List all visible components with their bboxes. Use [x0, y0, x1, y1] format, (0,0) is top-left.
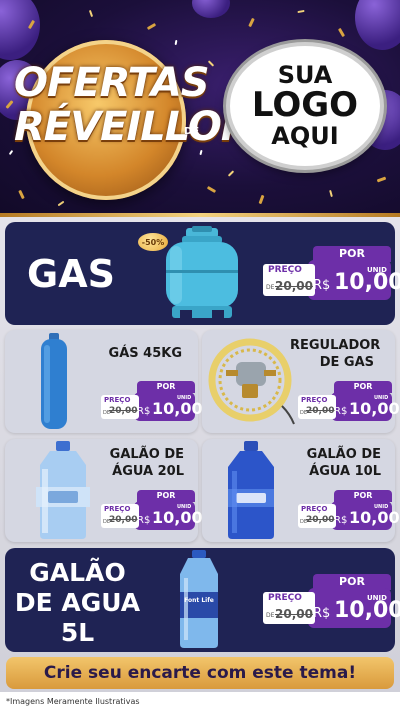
preco-label: PREÇO	[268, 593, 302, 603]
currency: R$	[334, 515, 348, 526]
price-value: 10,00	[349, 399, 400, 418]
badge-title-line1: OFERTAS	[14, 60, 210, 106]
confetti	[297, 9, 305, 14]
balloon-decoration	[192, 0, 230, 18]
confetti	[206, 185, 217, 194]
unit-label: UNID	[367, 594, 387, 602]
currency: R$	[137, 515, 151, 526]
preco-label: PREÇO	[301, 396, 328, 404]
confetti	[146, 22, 157, 31]
product-name-line2: DE GAS	[319, 355, 374, 370]
currency: R$	[137, 406, 151, 417]
create-flyer-cta[interactable]: Crie seu encarte com este tema!	[6, 657, 394, 689]
currency: R$	[313, 606, 331, 621]
unit-label: UNID	[374, 395, 389, 401]
gas-45kg-cylinder-image	[41, 333, 67, 429]
water-jug-10l-image	[228, 441, 274, 539]
product-name-line2: ÁGUA 20L	[112, 464, 184, 479]
logo-placeholder: SUA LOGO AQUI	[226, 42, 384, 170]
de-label: DE	[266, 612, 275, 619]
product-name: GAS	[27, 252, 115, 296]
confetti	[258, 194, 265, 205]
gas-regulator-image	[208, 338, 295, 425]
gas-cylinder-image	[166, 226, 238, 318]
old-price: 20,00	[275, 607, 313, 621]
product-name-line1: GALÃO DE	[306, 447, 381, 462]
price-tag: POR PREÇO DE 20,00 R$ 10,00 UNID	[263, 246, 400, 300]
badge-de: DE	[184, 126, 200, 137]
price-value: 10,00	[152, 508, 203, 527]
unit-label: UNID	[374, 504, 389, 510]
product-name-line3: 5L	[60, 618, 95, 647]
confetti	[376, 176, 387, 183]
product-name: GÁS 45KG	[108, 346, 182, 361]
old-price: 20,00	[306, 515, 335, 525]
product-name-line1: GALÃO	[29, 558, 126, 587]
discount-badge: -50%	[138, 233, 168, 251]
confetti	[88, 9, 94, 18]
product-name-line2: DE AGUA	[14, 588, 141, 617]
confetti	[8, 149, 14, 156]
logo-line2: LOGO	[251, 85, 359, 126]
price-value: 10,00	[349, 508, 400, 527]
disclaimer-footer: *Imagens Meramente Ilustrativas	[0, 692, 400, 711]
product-name-line1: REGULADOR	[290, 338, 381, 353]
product-name-line1: GALÃO DE	[109, 447, 184, 462]
confetti	[57, 200, 65, 207]
unit-label: UNID	[177, 395, 192, 401]
water-jug-20l-image	[36, 441, 90, 539]
old-price: 20,00	[109, 406, 138, 416]
preco-label: PREÇO	[104, 505, 131, 513]
price-value: 10,00	[152, 399, 203, 418]
price-tag: POR PREÇO DE 20,00 R$ 10,00 UNID	[298, 381, 400, 421]
price-tag: POR PREÇO DE 20,00 R$ 10,00 UNID	[298, 490, 400, 530]
product-name-line2: ÁGUA 10L	[309, 464, 381, 479]
price-tag: POR PREÇO DE 20,00 R$ 10,00 UNID	[101, 381, 203, 421]
balloon-decoration	[355, 0, 400, 50]
currency: R$	[334, 406, 348, 417]
preco-label: PREÇO	[104, 396, 131, 404]
confetti	[248, 17, 255, 28]
currency: R$	[313, 278, 331, 293]
old-price: 20,00	[275, 279, 313, 293]
confetti	[337, 27, 346, 38]
preco-label: PREÇO	[268, 265, 302, 275]
old-price: 20,00	[109, 515, 138, 525]
badge-title-line2: RÉVEILLON	[14, 104, 254, 150]
de-label: DE	[266, 284, 275, 291]
old-price: 20,00	[306, 406, 335, 416]
bottle-label-text: Font Life	[184, 597, 214, 604]
unit-label: UNID	[177, 504, 192, 510]
unit-label: UNID	[367, 266, 387, 274]
confetti	[329, 189, 333, 198]
price-tag: POR PREÇO DE 20,00 R$ 10,00 UNID	[263, 574, 400, 628]
price-tag: POR PREÇO DE 20,00 R$ 10,00 UNID	[101, 490, 203, 530]
confetti	[227, 170, 235, 177]
ofertas-reveillon-badge: OFERTAS RÉVEILLON DE	[14, 40, 254, 200]
preco-label: PREÇO	[301, 505, 328, 513]
logo-line3: AQUI	[271, 121, 339, 150]
header-banner: OFERTAS RÉVEILLON DE SUA LOGO AQUI	[0, 0, 400, 215]
